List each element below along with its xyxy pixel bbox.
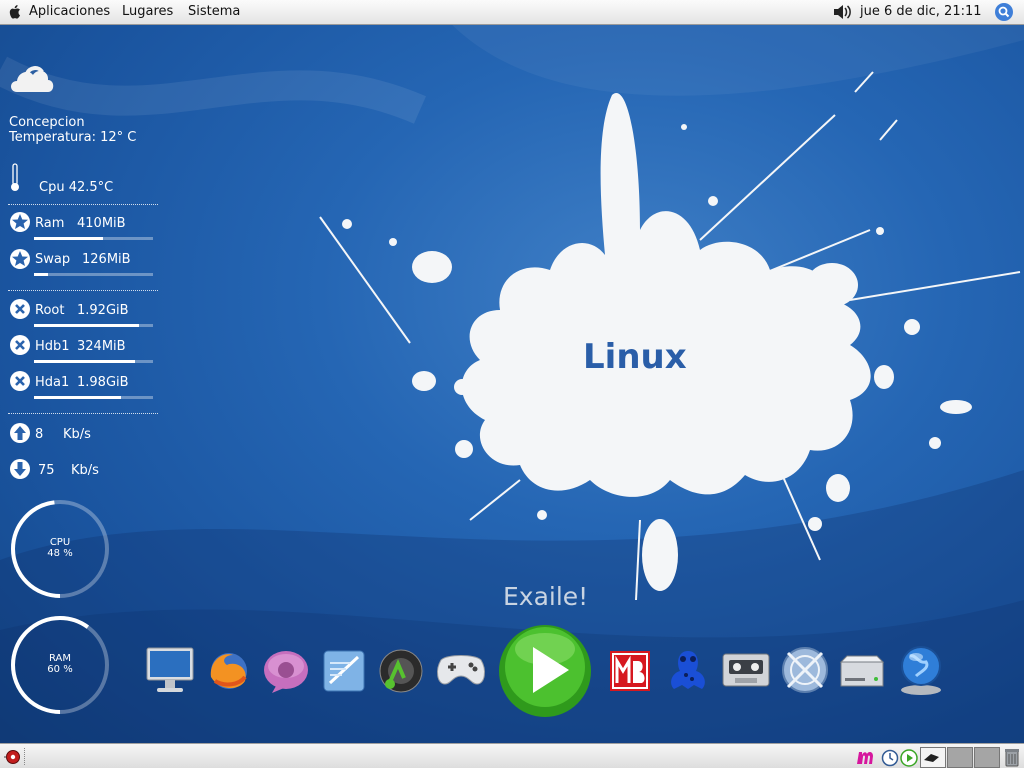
swap-star-icon <box>10 249 30 269</box>
disk-label: Root <box>35 303 65 318</box>
ram-star-icon <box>10 212 30 232</box>
clock[interactable]: jue 6 de dic, 21:11 <box>860 4 982 19</box>
taskbar-separator <box>24 748 27 765</box>
disk-bar-fill <box>34 324 139 327</box>
weather-temperature: Temperatura: 12° C <box>9 130 137 145</box>
disk-bar <box>34 360 153 363</box>
menu-lugares[interactable]: Lugares <box>122 4 173 19</box>
disk-bar <box>34 324 153 327</box>
workspace-3[interactable] <box>974 747 1000 768</box>
crossover-icon[interactable] <box>780 645 830 695</box>
ram-ring-label: RAM 60 % <box>30 653 90 675</box>
cpu-temperature: Cpu 42.5°C <box>39 180 114 195</box>
mb-icon[interactable] <box>608 649 652 693</box>
divider <box>8 204 158 205</box>
drive-icon[interactable] <box>837 652 887 690</box>
cpu-ring-title: CPU <box>49 537 71 548</box>
ram-value: 410MiB <box>77 216 126 231</box>
m-applet-icon[interactable] <box>855 747 877 767</box>
upload-value: 8 <box>35 427 44 442</box>
computer-icon[interactable] <box>145 646 195 694</box>
disk-value: 1.92GiB <box>77 303 129 318</box>
disk-x-icon <box>10 299 30 319</box>
volume-icon[interactable] <box>832 3 852 21</box>
weather-city: Concepcion <box>9 115 85 130</box>
menu-aplicaciones[interactable]: Aplicaciones <box>29 4 110 19</box>
disk-bar <box>34 396 153 399</box>
search-icon[interactable] <box>994 2 1014 22</box>
disk-label: Hdb1 <box>35 339 70 354</box>
bottom-panel <box>0 743 1024 768</box>
media-player-icon[interactable] <box>378 648 424 694</box>
swap-value: 126MiB <box>82 252 131 267</box>
ram-label: Ram <box>35 216 65 231</box>
office-writer-icon[interactable] <box>320 647 368 695</box>
download-arrow-icon <box>10 459 30 479</box>
workspace-2[interactable] <box>947 747 973 768</box>
swap-label: Swap <box>35 252 71 267</box>
trash-icon[interactable] <box>1004 747 1020 767</box>
show-desktop-icon[interactable] <box>4 749 22 765</box>
menu-sistema[interactable]: Sistema <box>188 4 240 19</box>
window-thumb-icon <box>924 754 939 762</box>
gamepad-icon[interactable] <box>435 650 487 690</box>
swap-bar-fill <box>34 273 49 276</box>
upload-arrow-icon <box>10 423 30 443</box>
firefox-icon[interactable] <box>205 647 251 693</box>
disk-bar-fill <box>34 396 121 399</box>
disk-bar-fill <box>34 360 136 363</box>
frog-icon[interactable] <box>664 647 712 693</box>
cassette-icon[interactable] <box>721 652 771 688</box>
thermometer-icon <box>11 163 19 191</box>
ram-bar <box>34 237 153 240</box>
download-value: 75 <box>38 463 55 478</box>
disk-x-icon <box>10 371 30 391</box>
disk-value: 1.98GiB <box>77 375 129 390</box>
ram-bar-fill <box>34 237 104 240</box>
disk-label: Hda1 <box>35 375 70 390</box>
play-applet-icon[interactable] <box>900 749 918 767</box>
desktop[interactable]: Linux Concepcion Temperatura: 12° C Cpu … <box>0 0 1024 768</box>
apple-logo-icon[interactable] <box>8 4 22 20</box>
disk-x-icon <box>10 335 30 355</box>
cloud-icon <box>11 66 54 92</box>
clock-applet-icon[interactable] <box>880 749 900 767</box>
ram-ring-value: 60 % <box>47 664 73 675</box>
download-unit: Kb/s <box>71 463 99 478</box>
disk-value: 324MiB <box>77 339 126 354</box>
ram-ring-title: RAM <box>48 653 71 664</box>
divider <box>8 413 158 414</box>
swap-bar <box>34 273 153 276</box>
workspace-1[interactable] <box>920 747 946 768</box>
pidgin-icon[interactable] <box>262 648 310 694</box>
divider <box>8 290 158 291</box>
network-globe-icon[interactable] <box>896 644 946 696</box>
top-panel: Aplicaciones Lugares Sistema jue 6 de di… <box>0 0 1024 25</box>
upload-unit: Kb/s <box>63 427 91 442</box>
dock-active-label: Exaile! <box>503 582 589 611</box>
exaile-play-icon[interactable] <box>497 623 593 719</box>
cpu-ring-label: CPU 48 % <box>30 537 90 559</box>
linux-logo-text: Linux <box>583 337 687 377</box>
cpu-ring-value: 48 % <box>47 548 73 559</box>
